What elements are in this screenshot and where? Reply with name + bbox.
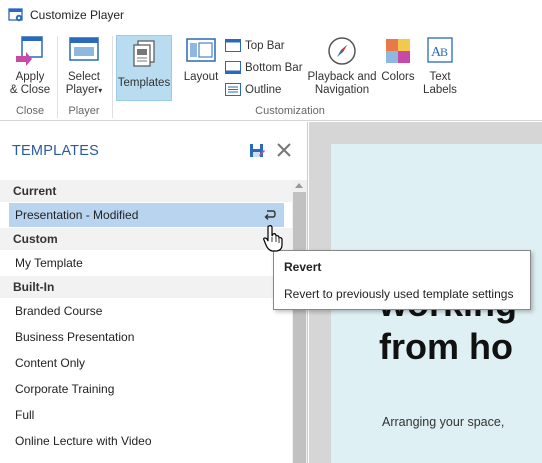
apply-close-button[interactable]: Apply & Close <box>8 34 52 97</box>
slide-heading-line: from ho <box>379 326 513 367</box>
layout-label: Layout <box>183 71 219 83</box>
scrollbar-thumb[interactable] <box>293 192 306 463</box>
group-label-customization: Customization <box>255 105 325 117</box>
templates-scrollbar[interactable] <box>292 180 307 463</box>
compass-icon <box>328 37 356 65</box>
layout-icon <box>186 38 216 62</box>
colors-button[interactable]: Colors <box>380 34 416 84</box>
templates-label: Templates <box>117 77 171 89</box>
revert-tooltip: Revert Revert to previously used templat… <box>273 250 531 310</box>
svg-text:B: B <box>440 45 448 59</box>
ribbon: Apply & Close Close Select Player▾ Playe… <box>0 30 542 121</box>
bottom-bar-label: Bottom Bar <box>245 61 303 74</box>
save-template-icon[interactable] <box>249 143 265 159</box>
colors-label: Colors <box>381 71 415 83</box>
text-labels-label: Text Labels <box>423 71 457 96</box>
layout-button[interactable]: Layout <box>180 34 222 84</box>
select-player-label: Select Player▾ <box>65 71 103 96</box>
section-custom: Custom <box>0 228 292 250</box>
top-bar-button[interactable]: Top Bar <box>225 39 285 52</box>
outline-label: Outline <box>245 83 282 96</box>
ribbon-separator <box>112 36 113 118</box>
group-label-player: Player <box>68 105 100 117</box>
apply-close-label: Apply & Close <box>9 71 51 96</box>
close-icon[interactable] <box>277 143 291 157</box>
template-item[interactable]: My Template <box>0 250 292 276</box>
group-label-close: Close <box>15 105 45 117</box>
templates-button[interactable]: Templates <box>116 35 172 101</box>
playback-navigation-label: Playback and Navigation <box>307 71 377 96</box>
templates-list: Current Presentation - Modified Custom M… <box>0 180 292 454</box>
title-bar: Customize Player <box>0 0 542 30</box>
hand-cursor-icon <box>263 225 283 252</box>
bottom-bar-icon <box>225 61 241 74</box>
dropdown-arrow-icon: ▾ <box>98 86 103 95</box>
section-current: Current <box>0 180 292 202</box>
templates-panel-title: TEMPLATES <box>12 143 99 159</box>
slide-subtitle: Arranging your space, <box>382 415 505 429</box>
colors-icon <box>386 39 410 63</box>
text-labels-icon: A B <box>427 37 453 63</box>
customize-player-app-icon <box>8 8 23 22</box>
templates-panel-header: TEMPLATES <box>0 122 307 178</box>
window-title: Customize Player <box>30 8 125 22</box>
revert-icon[interactable] <box>264 209 276 220</box>
apply-close-icon <box>16 36 43 66</box>
scroll-up-arrow-icon[interactable] <box>295 183 303 188</box>
select-player-icon <box>69 37 99 61</box>
template-item-current[interactable]: Presentation - Modified <box>9 203 284 227</box>
template-item[interactable]: Online Lecture with Video <box>0 428 292 454</box>
template-item[interactable]: Content Only <box>0 350 292 376</box>
bottom-bar-button[interactable]: Bottom Bar <box>225 61 303 74</box>
tooltip-title: Revert <box>284 260 322 274</box>
templates-panel: TEMPLATES Current Presentation - Modifie… <box>0 122 308 463</box>
template-item[interactable]: Full <box>0 402 292 428</box>
templates-icon <box>133 40 155 67</box>
outline-icon <box>225 83 241 96</box>
template-item-label: Presentation - Modified <box>15 208 139 222</box>
select-player-button[interactable]: Select Player▾ <box>62 34 106 97</box>
playback-navigation-button[interactable]: Playback and Navigation <box>306 34 378 97</box>
ribbon-separator <box>57 36 58 118</box>
template-item[interactable]: Corporate Training <box>0 376 292 402</box>
section-builtin: Built-In <box>0 276 292 298</box>
top-bar-label: Top Bar <box>245 39 285 52</box>
outline-button[interactable]: Outline <box>225 83 281 96</box>
template-item[interactable]: Branded Course <box>0 298 292 324</box>
template-item[interactable]: Business Presentation <box>0 324 292 350</box>
tooltip-body: Revert to previously used template setti… <box>284 287 514 301</box>
top-bar-icon <box>225 39 241 52</box>
text-labels-button[interactable]: A B Text Labels <box>421 34 459 97</box>
